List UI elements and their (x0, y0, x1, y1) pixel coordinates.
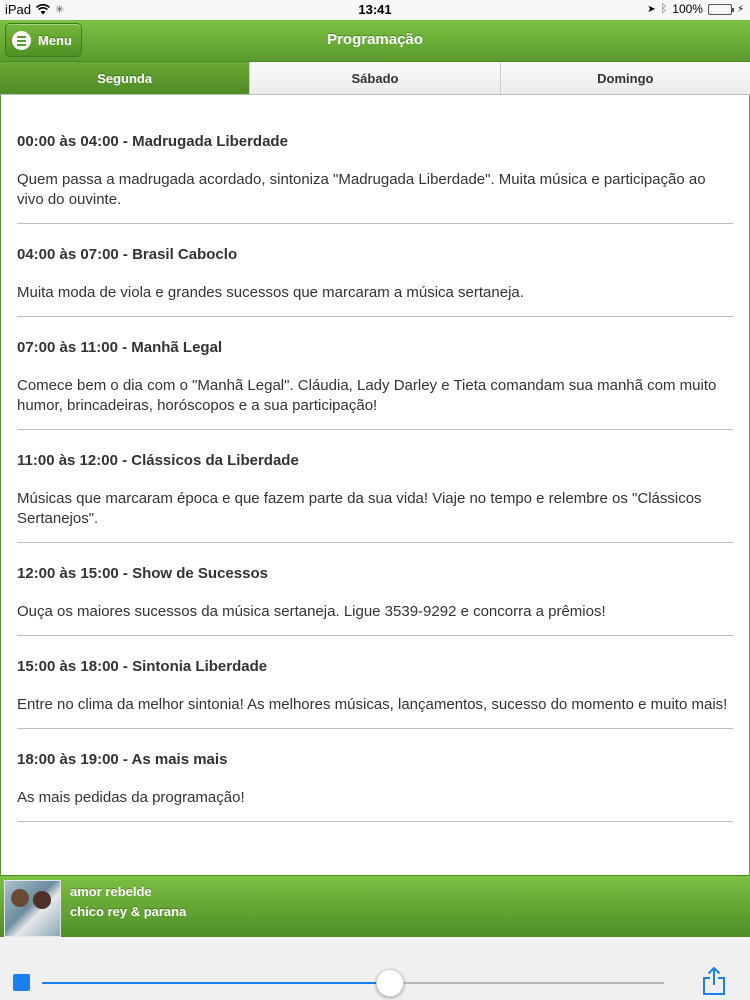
artist-name: chico rey & parana (70, 904, 187, 919)
day-tabs: Segunda Sábado Domingo (0, 62, 750, 95)
program-title: 04:00 às 07:00 - Brasil Caboclo (17, 246, 238, 263)
program-item: 11:00 às 12:00 - Clássicos da Liberdade … (17, 430, 733, 543)
program-description: Muita moda de viola e grandes sucessos q… (17, 284, 524, 301)
bluetooth-icon: ᛒ (660, 3, 668, 15)
schedule-list[interactable]: 00:00 às 04:00 - Madrugada Liberdade Que… (0, 95, 750, 875)
battery-icon (707, 3, 734, 15)
stop-button[interactable] (13, 974, 30, 991)
status-bar: iPad ✳ 13:41 ➤ ᛒ 100% ⚡ (0, 0, 750, 20)
app-header: Menu Programação (0, 20, 750, 62)
program-item: 00:00 às 04:00 - Madrugada Liberdade Que… (17, 95, 733, 224)
location-icon: ➤ (647, 3, 656, 15)
page-title: Programação (327, 31, 423, 48)
share-icon[interactable] (702, 966, 726, 996)
status-right: ➤ ᛒ 100% ⚡ (647, 2, 744, 16)
volume-slider[interactable] (42, 982, 664, 984)
program-description: Ouça os maiores sucessos da música serta… (17, 603, 606, 620)
tab-domingo[interactable]: Domingo (499, 62, 750, 94)
tab-sabado[interactable]: Sábado (249, 62, 500, 94)
charging-icon: ⚡ (736, 3, 744, 15)
battery-percent: 100% (672, 2, 703, 16)
program-description: Comece bem o dia com o "Manhã Legal". Cl… (17, 377, 717, 414)
tab-segunda[interactable]: Segunda (0, 62, 250, 94)
player-controls (0, 937, 750, 1000)
song-title: amor rebelde (70, 884, 152, 899)
program-description: Quem passa a madrugada acordado, sintoni… (17, 171, 706, 208)
program-description: Entre no clima da melhor sintonia! As me… (17, 696, 728, 713)
program-description: Músicas que marcaram época e que fazem p… (17, 490, 702, 527)
volume-slider-fill (42, 982, 391, 984)
program-item: 07:00 às 11:00 - Manhã Legal Comece bem … (17, 317, 733, 430)
program-item: 15:00 às 18:00 - Sintonia Liberdade Entr… (17, 636, 733, 729)
program-item: 12:00 às 15:00 - Show de Sucessos Ouça o… (17, 543, 733, 636)
now-playing-bar: amor rebelde chico rey & parana (0, 875, 750, 937)
program-title: 12:00 às 15:00 - Show de Sucessos (17, 565, 268, 582)
program-title: 00:00 às 04:00 - Madrugada Liberdade (17, 133, 288, 150)
status-time: 13:41 (358, 2, 392, 17)
program-title: 07:00 às 11:00 - Manhã Legal (17, 339, 223, 356)
program-description: As mais pedidas da programação! (17, 789, 245, 806)
program-title: 11:00 às 12:00 - Clássicos da Liberdade (17, 452, 299, 469)
now-playing-info: amor rebelde chico rey & parana (70, 882, 186, 922)
album-cover (4, 880, 61, 937)
program-item: 04:00 às 07:00 - Brasil Caboclo Muita mo… (17, 224, 733, 317)
program-title: 15:00 às 18:00 - Sintonia Liberdade (17, 658, 268, 675)
program-title: 18:00 às 19:00 - As mais mais (17, 751, 228, 768)
program-item: 18:00 às 19:00 - As mais mais As mais pe… (17, 729, 733, 822)
volume-slider-thumb[interactable] (376, 969, 405, 997)
